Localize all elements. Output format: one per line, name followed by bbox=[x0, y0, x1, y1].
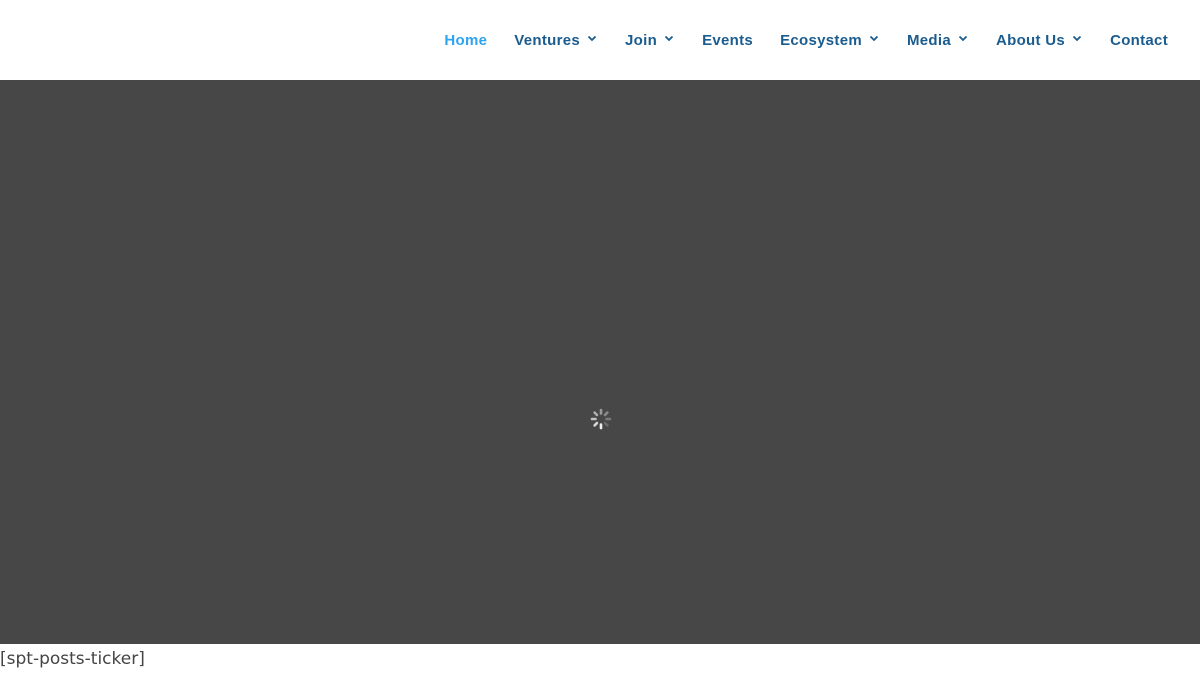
chevron-down-icon bbox=[663, 32, 675, 44]
nav-label-about-us: About Us bbox=[996, 31, 1066, 49]
chevron-down-icon bbox=[586, 32, 598, 44]
main-navigation: Home Ventures Join Events Ecosystem Medi… bbox=[444, 0, 1168, 80]
nav-item-ventures[interactable]: Ventures bbox=[514, 0, 598, 80]
nav-item-contact[interactable]: Contact bbox=[1110, 0, 1168, 80]
nav-label-media: Media bbox=[906, 31, 951, 49]
nav-item-events[interactable]: Events bbox=[702, 0, 753, 80]
nav-item-about-us[interactable]: About Us bbox=[996, 0, 1083, 80]
posts-ticker-shortcode: [spt-posts-ticker] bbox=[0, 649, 145, 669]
nav-label-contact: Contact bbox=[1110, 31, 1168, 49]
chevron-down-icon bbox=[957, 32, 969, 44]
hero-slider bbox=[0, 80, 1200, 644]
nav-item-ecosystem[interactable]: Ecosystem bbox=[780, 0, 880, 80]
nav-label-join: Join bbox=[625, 31, 658, 49]
chevron-down-icon bbox=[1071, 32, 1083, 44]
nav-label-ecosystem: Ecosystem bbox=[780, 31, 862, 49]
nav-item-home[interactable]: Home bbox=[444, 0, 487, 80]
nav-label-events: Events bbox=[702, 31, 754, 49]
nav-label-home: Home bbox=[444, 31, 488, 49]
chevron-down-icon bbox=[868, 32, 880, 44]
site-header: Home Ventures Join Events Ecosystem Medi… bbox=[0, 0, 1200, 80]
nav-label-ventures: Ventures bbox=[514, 31, 581, 49]
nav-item-media[interactable]: Media bbox=[907, 0, 969, 80]
nav-item-join[interactable]: Join bbox=[625, 0, 675, 80]
spinner-icon bbox=[589, 407, 613, 431]
